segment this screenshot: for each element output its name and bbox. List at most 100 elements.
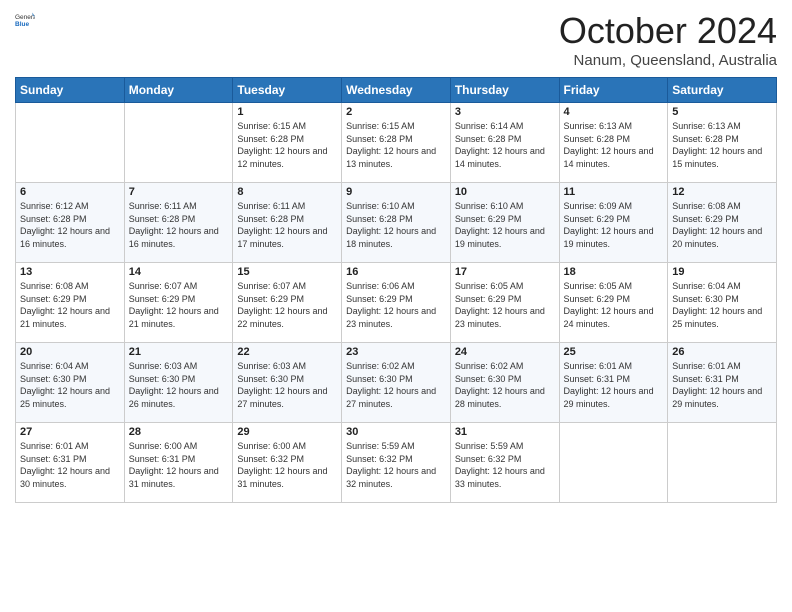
week-row-3: 13 Sunrise: 6:08 AM Sunset: 6:29 PM Dayli…: [16, 263, 777, 343]
svg-text:General: General: [15, 14, 35, 21]
day-info: Sunrise: 6:04 AM Sunset: 6:30 PM Dayligh…: [20, 360, 120, 410]
day-info: Sunrise: 6:08 AM Sunset: 6:29 PM Dayligh…: [672, 200, 772, 250]
day-info: Sunrise: 6:03 AM Sunset: 6:30 PM Dayligh…: [129, 360, 229, 410]
day-number: 1: [237, 106, 337, 118]
calendar-header-row: SundayMondayTuesdayWednesdayThursdayFrid…: [16, 78, 777, 103]
weekday-header-saturday: Saturday: [668, 78, 777, 103]
day-number: 16: [346, 266, 446, 278]
weekday-header-tuesday: Tuesday: [233, 78, 342, 103]
day-number: 13: [20, 266, 120, 278]
location: Nanum, Queensland, Australia: [559, 52, 777, 69]
day-number: 11: [564, 186, 664, 198]
day-number: 6: [20, 186, 120, 198]
calendar-cell: 9 Sunrise: 6:10 AM Sunset: 6:28 PM Daylig…: [342, 183, 451, 263]
day-info: Sunrise: 6:15 AM Sunset: 6:28 PM Dayligh…: [237, 120, 337, 170]
day-info: Sunrise: 6:10 AM Sunset: 6:28 PM Dayligh…: [346, 200, 446, 250]
calendar-cell: [668, 423, 777, 503]
day-info: Sunrise: 5:59 AM Sunset: 6:32 PM Dayligh…: [455, 440, 555, 490]
calendar-cell: 19 Sunrise: 6:04 AM Sunset: 6:30 PM Dayli…: [668, 263, 777, 343]
calendar-cell: 5 Sunrise: 6:13 AM Sunset: 6:28 PM Daylig…: [668, 103, 777, 183]
day-number: 10: [455, 186, 555, 198]
day-number: 29: [237, 426, 337, 438]
day-info: Sunrise: 6:05 AM Sunset: 6:29 PM Dayligh…: [564, 280, 664, 330]
calendar-cell: 7 Sunrise: 6:11 AM Sunset: 6:28 PM Daylig…: [124, 183, 233, 263]
calendar-cell: 4Sunrise: 6:13 AM Sunset: 6:28 PM Daylig…: [559, 103, 668, 183]
day-number: 15: [237, 266, 337, 278]
calendar-cell: 17 Sunrise: 6:05 AM Sunset: 6:29 PM Dayli…: [450, 263, 559, 343]
day-info: Sunrise: 6:12 AM Sunset: 6:28 PM Dayligh…: [20, 200, 120, 250]
day-number: 14: [129, 266, 229, 278]
calendar-cell: 6 Sunrise: 6:12 AM Sunset: 6:28 PM Daylig…: [16, 183, 125, 263]
logo: General Blue: [15, 10, 35, 30]
weekday-header-friday: Friday: [559, 78, 668, 103]
day-number: 22: [237, 346, 337, 358]
day-info: Sunrise: 6:13 AM Sunset: 6:28 PM Dayligh…: [672, 120, 772, 170]
weekday-header-wednesday: Wednesday: [342, 78, 451, 103]
day-number: 7: [129, 186, 229, 198]
weekday-header-sunday: Sunday: [16, 78, 125, 103]
day-number: 5: [672, 106, 772, 118]
day-info: Sunrise: 6:07 AM Sunset: 6:29 PM Dayligh…: [129, 280, 229, 330]
calendar-cell: 1 Sunrise: 6:15 AM Sunset: 6:28 PM Daylig…: [233, 103, 342, 183]
calendar-cell: 18 Sunrise: 6:05 AM Sunset: 6:29 PM Dayli…: [559, 263, 668, 343]
week-row-2: 6 Sunrise: 6:12 AM Sunset: 6:28 PM Daylig…: [16, 183, 777, 263]
month-title: October 2024: [559, 10, 777, 52]
day-info: Sunrise: 6:02 AM Sunset: 6:30 PM Dayligh…: [455, 360, 555, 410]
day-number: 28: [129, 426, 229, 438]
generalblue-logo-icon: General Blue: [15, 10, 35, 30]
day-info: Sunrise: 6:03 AM Sunset: 6:30 PM Dayligh…: [237, 360, 337, 410]
calendar-cell: 16 Sunrise: 6:06 AM Sunset: 6:29 PM Dayli…: [342, 263, 451, 343]
calendar-cell: 31 Sunrise: 5:59 AM Sunset: 6:32 PM Dayli…: [450, 423, 559, 503]
day-number: 2: [346, 106, 446, 118]
calendar-cell: 3Sunrise: 6:14 AM Sunset: 6:28 PM Daylig…: [450, 103, 559, 183]
calendar-cell: 10 Sunrise: 6:10 AM Sunset: 6:29 PM Dayli…: [450, 183, 559, 263]
page: General Blue October 2024 Nanum, Queensl…: [0, 0, 792, 612]
calendar-cell: 12Sunrise: 6:08 AM Sunset: 6:29 PM Dayli…: [668, 183, 777, 263]
day-info: Sunrise: 6:08 AM Sunset: 6:29 PM Dayligh…: [20, 280, 120, 330]
calendar-cell: 26Sunrise: 6:01 AM Sunset: 6:31 PM Dayli…: [668, 343, 777, 423]
calendar-cell: 23 Sunrise: 6:02 AM Sunset: 6:30 PM Dayli…: [342, 343, 451, 423]
day-info: Sunrise: 6:07 AM Sunset: 6:29 PM Dayligh…: [237, 280, 337, 330]
calendar-cell: [124, 103, 233, 183]
day-number: 23: [346, 346, 446, 358]
day-info: Sunrise: 6:01 AM Sunset: 6:31 PM Dayligh…: [564, 360, 664, 410]
week-row-1: 1 Sunrise: 6:15 AM Sunset: 6:28 PM Daylig…: [16, 103, 777, 183]
calendar-cell: 27 Sunrise: 6:01 AM Sunset: 6:31 PM Dayli…: [16, 423, 125, 503]
day-number: 8: [237, 186, 337, 198]
day-number: 18: [564, 266, 664, 278]
calendar-cell: [16, 103, 125, 183]
calendar-cell: 11 Sunrise: 6:09 AM Sunset: 6:29 PM Dayli…: [559, 183, 668, 263]
day-number: 20: [20, 346, 120, 358]
day-info: Sunrise: 6:15 AM Sunset: 6:28 PM Dayligh…: [346, 120, 446, 170]
day-info: Sunrise: 6:10 AM Sunset: 6:29 PM Dayligh…: [455, 200, 555, 250]
day-number: 25: [564, 346, 664, 358]
day-info: Sunrise: 6:05 AM Sunset: 6:29 PM Dayligh…: [455, 280, 555, 330]
day-number: 31: [455, 426, 555, 438]
calendar-cell: 21Sunrise: 6:03 AM Sunset: 6:30 PM Dayli…: [124, 343, 233, 423]
day-info: Sunrise: 6:06 AM Sunset: 6:29 PM Dayligh…: [346, 280, 446, 330]
day-info: Sunrise: 6:04 AM Sunset: 6:30 PM Dayligh…: [672, 280, 772, 330]
day-info: Sunrise: 6:00 AM Sunset: 6:31 PM Dayligh…: [129, 440, 229, 490]
week-row-4: 20 Sunrise: 6:04 AM Sunset: 6:30 PM Dayli…: [16, 343, 777, 423]
calendar: SundayMondayTuesdayWednesdayThursdayFrid…: [15, 77, 777, 503]
weekday-header-monday: Monday: [124, 78, 233, 103]
calendar-cell: 2 Sunrise: 6:15 AM Sunset: 6:28 PM Daylig…: [342, 103, 451, 183]
day-info: Sunrise: 6:11 AM Sunset: 6:28 PM Dayligh…: [129, 200, 229, 250]
day-info: Sunrise: 6:09 AM Sunset: 6:29 PM Dayligh…: [564, 200, 664, 250]
day-info: Sunrise: 5:59 AM Sunset: 6:32 PM Dayligh…: [346, 440, 446, 490]
day-number: 19: [672, 266, 772, 278]
weekday-header-thursday: Thursday: [450, 78, 559, 103]
day-info: Sunrise: 6:02 AM Sunset: 6:30 PM Dayligh…: [346, 360, 446, 410]
calendar-cell: 15 Sunrise: 6:07 AM Sunset: 6:29 PM Dayli…: [233, 263, 342, 343]
calendar-cell: 20 Sunrise: 6:04 AM Sunset: 6:30 PM Dayli…: [16, 343, 125, 423]
day-number: 9: [346, 186, 446, 198]
day-number: 17: [455, 266, 555, 278]
day-number: 4: [564, 106, 664, 118]
calendar-cell: 29Sunrise: 6:00 AM Sunset: 6:32 PM Dayli…: [233, 423, 342, 503]
week-row-5: 27 Sunrise: 6:01 AM Sunset: 6:31 PM Dayli…: [16, 423, 777, 503]
day-number: 24: [455, 346, 555, 358]
day-info: Sunrise: 6:01 AM Sunset: 6:31 PM Dayligh…: [20, 440, 120, 490]
calendar-cell: 13 Sunrise: 6:08 AM Sunset: 6:29 PM Dayli…: [16, 263, 125, 343]
header: General Blue October 2024 Nanum, Queensl…: [15, 10, 777, 69]
day-number: 27: [20, 426, 120, 438]
